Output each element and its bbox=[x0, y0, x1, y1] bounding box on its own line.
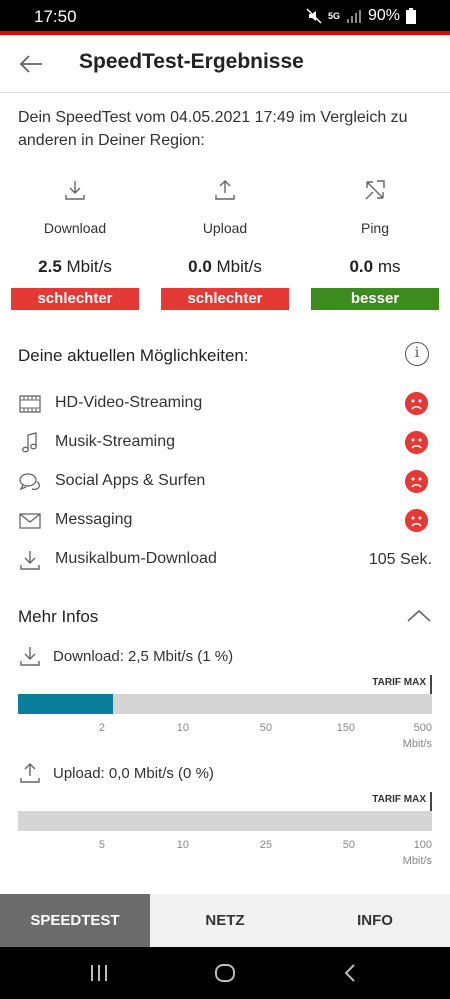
intro-text: Dein SpeedTest vom 04.05.2021 17:49 im V… bbox=[18, 109, 408, 149]
option-label: Social Apps & Surfen bbox=[55, 472, 206, 489]
list-item: Musikalbum-Download 105 Sek. bbox=[18, 546, 432, 574]
upload-icon bbox=[20, 763, 40, 783]
comparison-badge: schlechter bbox=[11, 288, 139, 310]
bottom-tab-bar: SPEEDTEST NETZ INFO bbox=[0, 894, 450, 947]
download-bar-track bbox=[18, 694, 432, 714]
metric-unit: Mbit/s bbox=[66, 257, 112, 276]
sad-face-icon bbox=[405, 392, 428, 415]
download-icon bbox=[20, 647, 40, 666]
upload-bar-chart: TARIF MAX 5 10 25 50 100 Mbit/s bbox=[18, 792, 432, 872]
tarif-max-label: TARIF MAX bbox=[372, 794, 426, 805]
battery-level: 90% bbox=[367, 7, 400, 24]
envelope-icon bbox=[19, 513, 41, 529]
tab-netz[interactable]: NETZ bbox=[150, 894, 300, 947]
tick-label: 10 bbox=[176, 839, 189, 851]
option-label: Musikalbum-Download bbox=[55, 550, 217, 567]
list-item: Messaging bbox=[18, 507, 432, 535]
list-item: Musik-Streaming bbox=[18, 429, 432, 457]
sad-face-icon bbox=[405, 509, 428, 532]
metric-value: 0.0 bbox=[349, 257, 374, 276]
comparison-badge: schlechter bbox=[161, 288, 289, 310]
metric-label: Ping bbox=[360, 220, 390, 236]
signal-icon bbox=[346, 10, 361, 23]
upload-detail-label: Upload: 0,0 Mbit/s (0 %) bbox=[53, 765, 214, 782]
tick-label: 50 bbox=[259, 722, 272, 734]
option-value: 105 Sek. bbox=[368, 551, 432, 568]
metric-label: Download bbox=[43, 220, 107, 236]
app-header: SpeedTest-Ergebnisse bbox=[0, 35, 450, 93]
mute-icon bbox=[306, 8, 322, 24]
download-detail-label: Download: 2,5 Mbit/s (1 %) bbox=[53, 648, 234, 665]
upload-icon bbox=[215, 180, 235, 200]
metric-value: 2.5 bbox=[38, 257, 62, 276]
upload-bar-track bbox=[18, 811, 432, 831]
metric-unit: Mbit/s bbox=[216, 257, 262, 276]
chevron-up-icon[interactable] bbox=[406, 606, 432, 626]
metric-label: Upload bbox=[202, 220, 248, 236]
tick-label: 150 bbox=[336, 722, 355, 734]
network-type: 5G bbox=[327, 11, 340, 21]
battery-icon bbox=[406, 8, 416, 24]
option-label: Musik-Streaming bbox=[55, 433, 176, 450]
metric-value: 0.0 bbox=[188, 257, 212, 276]
music-note-icon bbox=[22, 432, 37, 453]
ping-icon bbox=[365, 180, 385, 200]
info-icon[interactable]: i bbox=[405, 342, 429, 366]
page-title: SpeedTest-Ergebnisse bbox=[79, 50, 304, 73]
tick-label: 10 bbox=[176, 722, 189, 734]
metric-unit: ms bbox=[377, 257, 401, 276]
unit-label: Mbit/s bbox=[402, 738, 432, 750]
download-icon bbox=[20, 551, 40, 570]
back-arrow-icon[interactable] bbox=[16, 49, 46, 79]
status-bar: 17:50 5G 90% bbox=[0, 0, 450, 34]
tab-speedtest[interactable]: SPEEDTEST bbox=[0, 894, 150, 947]
comparison-badge: besser bbox=[311, 288, 439, 310]
tab-info[interactable]: INFO bbox=[300, 894, 450, 947]
list-item: Social Apps & Surfen bbox=[18, 468, 432, 496]
tick-label: 25 bbox=[259, 839, 272, 851]
section-title-possibilities: Deine aktuellen Möglichkeiten: bbox=[18, 346, 249, 365]
film-icon bbox=[19, 395, 41, 413]
unit-label: Mbit/s bbox=[402, 855, 432, 867]
download-icon bbox=[65, 181, 85, 200]
option-label: HD-Video-Streaming bbox=[55, 394, 203, 411]
tick-label: 5 bbox=[98, 839, 105, 851]
option-label: Messaging bbox=[55, 511, 133, 528]
recent-apps-icon[interactable] bbox=[89, 964, 109, 982]
metric-download: Download 2.5 Mbit/s schlechter bbox=[11, 178, 139, 310]
sad-face-icon bbox=[405, 470, 428, 493]
tick-label: 50 bbox=[342, 839, 355, 851]
download-bar-chart: TARIF MAX 2 10 50 150 500 Mbit/s bbox=[18, 675, 432, 755]
tarif-max-label: TARIF MAX bbox=[372, 677, 426, 688]
section-title-more-info: Mehr Infos bbox=[18, 607, 99, 626]
chat-bubbles-icon bbox=[19, 473, 41, 491]
home-icon[interactable] bbox=[214, 963, 236, 983]
tick-label: 500 bbox=[413, 722, 432, 734]
metric-ping: Ping 0.0 ms besser bbox=[311, 178, 439, 310]
tick-label: 2 bbox=[98, 722, 105, 734]
back-icon[interactable] bbox=[343, 963, 357, 983]
metric-upload: Upload 0.0 Mbit/s schlechter bbox=[161, 178, 289, 310]
tick-label: 100 bbox=[413, 839, 432, 851]
list-item: HD-Video-Streaming bbox=[18, 390, 432, 418]
sad-face-icon bbox=[405, 431, 428, 454]
download-bar-fill bbox=[18, 694, 114, 714]
status-time: 17:50 bbox=[34, 7, 77, 26]
system-nav-bar bbox=[0, 947, 450, 999]
